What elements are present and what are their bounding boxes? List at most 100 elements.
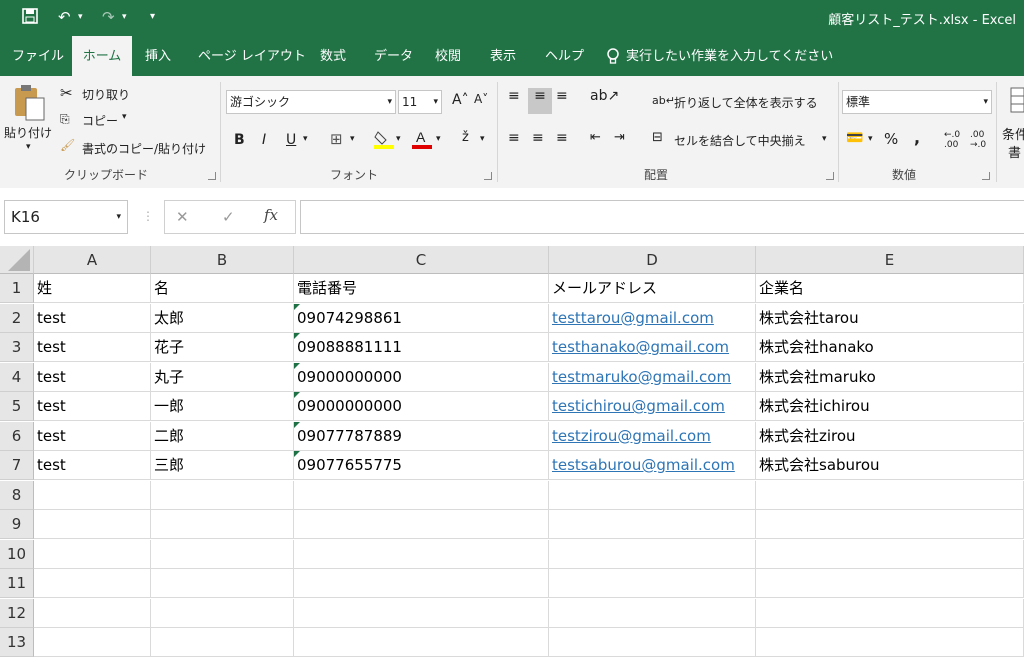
row-header[interactable]: 9 [0, 510, 34, 539]
cell[interactable]: 花子 [151, 333, 294, 362]
undo-icon[interactable]: ↶ [58, 8, 71, 26]
font-color-dropdown-icon[interactable]: ▾ [436, 134, 441, 144]
cancel-icon[interactable]: ✕ [176, 208, 189, 226]
cell[interactable]: test [34, 303, 151, 333]
orientation-icon[interactable]: ab↗ [590, 88, 619, 104]
phonetic-dropdown-icon[interactable]: ▾ [480, 134, 485, 144]
row-header[interactable]: 8 [0, 480, 34, 510]
underline-dropdown-icon[interactable]: ▾ [303, 134, 308, 144]
cell[interactable]: 09088881111 [294, 333, 549, 362]
cell[interactable]: 09000000000 [294, 362, 549, 392]
border-dropdown-icon[interactable]: ▾ [350, 134, 355, 144]
decrease-indent-icon[interactable]: ⇤ [590, 130, 601, 145]
clipboard-launcher-icon[interactable] [208, 172, 216, 180]
tell-me-search[interactable]: 実行したい作業を入力してください [626, 36, 833, 76]
column-header[interactable]: B [151, 246, 294, 274]
cell[interactable]: test [34, 333, 151, 362]
merge-icon[interactable]: ⊟ [652, 130, 663, 145]
scissors-icon[interactable]: ✂ [60, 84, 73, 102]
redo-dropdown-icon[interactable]: ▾ [122, 12, 127, 22]
phonetic-icon[interactable]: ž [462, 130, 469, 145]
select-all-corner[interactable] [0, 246, 34, 274]
tab-page-layout[interactable]: ページ レイアウト [198, 36, 306, 76]
cell[interactable]: testzirou@gmail.com [549, 421, 756, 451]
underline-button[interactable]: U [286, 132, 296, 148]
column-header[interactable]: E [756, 246, 1024, 274]
cell[interactable] [549, 598, 756, 628]
fill-color-dropdown-icon[interactable]: ▾ [396, 134, 401, 144]
cell[interactable] [151, 628, 294, 657]
copy-dropdown-icon[interactable]: ▾ [122, 112, 127, 122]
cell[interactable] [549, 539, 756, 569]
cell[interactable]: testsaburou@gmail.com [549, 451, 756, 480]
number-format-select[interactable]: 標準 ▾ [842, 90, 992, 114]
percent-button[interactable]: % [884, 130, 898, 148]
cell[interactable]: 三郎 [151, 451, 294, 480]
cell[interactable] [34, 628, 151, 657]
cell[interactable]: 09074298861 [294, 303, 549, 333]
row-header[interactable]: 4 [0, 362, 34, 392]
conditional-format-icon[interactable] [1010, 86, 1024, 117]
align-middle-icon[interactable]: ≡ [528, 88, 552, 114]
comma-button[interactable]: , [914, 128, 920, 147]
cell[interactable]: test [34, 392, 151, 421]
merge-dropdown-icon[interactable]: ▾ [822, 134, 827, 144]
customize-quick-access-icon[interactable]: ▾ [150, 11, 155, 22]
row-header[interactable]: 12 [0, 598, 34, 628]
cell[interactable]: 名 [151, 274, 294, 303]
row-header[interactable]: 1 [0, 274, 34, 303]
cell[interactable]: 株式会社ichirou [756, 392, 1024, 421]
cell[interactable] [294, 628, 549, 657]
cell[interactable]: test [34, 362, 151, 392]
conditional-format-button-2[interactable]: 書 [1008, 142, 1021, 161]
cell[interactable] [756, 598, 1024, 628]
cell[interactable]: 企業名 [756, 274, 1024, 303]
cell[interactable]: testmaruko@gmail.com [549, 362, 756, 392]
tab-view[interactable]: 表示 [490, 36, 516, 76]
cell[interactable] [294, 569, 549, 598]
cell[interactable]: 電話番号 [294, 274, 549, 303]
cell[interactable] [756, 480, 1024, 510]
paste-dropdown-icon[interactable]: ▾ [26, 142, 31, 152]
row-header[interactable]: 3 [0, 333, 34, 362]
conditional-format-button[interactable]: 条件 [1002, 124, 1024, 143]
cut-button[interactable]: 切り取り [82, 86, 130, 103]
tab-home[interactable]: ホーム [72, 36, 132, 76]
cell[interactable]: 太郎 [151, 303, 294, 333]
cell[interactable] [549, 569, 756, 598]
column-header[interactable]: D [549, 246, 756, 274]
number-launcher-icon[interactable] [982, 172, 990, 180]
cell[interactable]: 株式会社hanako [756, 333, 1024, 362]
paste-icon[interactable] [12, 82, 46, 125]
cell[interactable] [756, 569, 1024, 598]
cell[interactable]: 姓 [34, 274, 151, 303]
cell[interactable] [34, 569, 151, 598]
border-icon[interactable]: ⊞ [330, 130, 343, 148]
formula-input[interactable] [300, 200, 1024, 234]
copy-icon[interactable]: ⎘ [60, 112, 70, 127]
cell[interactable]: test [34, 421, 151, 451]
cell[interactable]: 株式会社zirou [756, 421, 1024, 451]
decrease-decimal-icon[interactable]: .00 →.0 [970, 130, 986, 150]
align-bottom-icon[interactable]: ≡ [556, 88, 568, 104]
cell[interactable]: 株式会社tarou [756, 303, 1024, 333]
cell[interactable]: 二郎 [151, 421, 294, 451]
cell[interactable]: 丸子 [151, 362, 294, 392]
redo-icon[interactable]: ↷ [102, 8, 115, 26]
cell[interactable]: 09000000000 [294, 392, 549, 421]
align-center-icon[interactable]: ≡ [532, 130, 544, 146]
cell[interactable]: test [34, 451, 151, 480]
increase-indent-icon[interactable]: ⇥ [614, 130, 625, 145]
cell[interactable] [294, 539, 549, 569]
currency-icon[interactable]: 💳 [846, 130, 863, 146]
align-left-icon[interactable]: ≡ [508, 130, 520, 146]
cell[interactable] [756, 510, 1024, 539]
cell[interactable] [151, 539, 294, 569]
cell[interactable] [549, 510, 756, 539]
font-name-select[interactable]: 游ゴシック ▾ [226, 90, 396, 114]
lightbulb-icon[interactable] [606, 36, 620, 76]
column-header[interactable]: C [294, 246, 549, 274]
row-header[interactable]: 11 [0, 569, 34, 598]
wrap-text-icon[interactable]: ab↵ [652, 94, 675, 107]
font-size-select[interactable]: 11 ▾ [398, 90, 442, 114]
